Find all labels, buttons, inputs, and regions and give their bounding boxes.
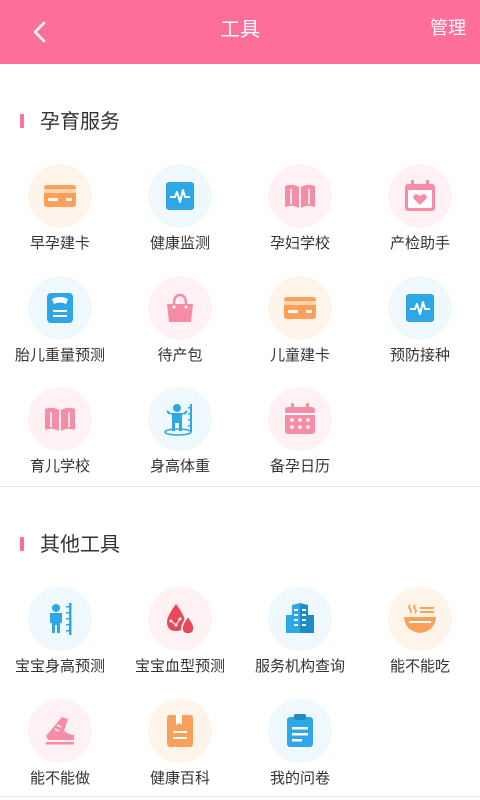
tool-label: 孕妇学校 (269, 234, 330, 252)
tool-icon-circle (28, 387, 92, 451)
tool-vaccination[interactable]: 预防接种 (360, 276, 480, 376)
tool-prenatal-assistant[interactable]: 产检助手 (360, 164, 480, 264)
tool-label: 服务机构查询 (254, 657, 345, 675)
tool-hospital-bag[interactable]: 待产包 (120, 276, 240, 376)
height-ruler-icon (50, 603, 72, 635)
tool-maternity-school[interactable]: 孕妇学校 (240, 164, 360, 264)
heartbeat-monitor-icon (166, 182, 194, 210)
tool-preconception-calendar[interactable]: 备孕日历 (240, 387, 360, 487)
tool-parenting-school[interactable]: 育儿学校 (0, 387, 120, 487)
tool-fetal-weight[interactable]: 胎儿重量预测 (0, 276, 120, 376)
tool-icon-circle (28, 164, 92, 228)
section-title: 其他工具 (40, 532, 120, 556)
tool-health-encyclopedia[interactable]: 健康百科 (120, 699, 240, 799)
tool-early-pregnancy-card[interactable]: 早孕建卡 (0, 164, 120, 264)
tool-icon-circle (268, 387, 332, 451)
tool-child-card[interactable]: 儿童建卡 (240, 276, 360, 376)
tool-icon-circle (388, 276, 452, 340)
tool-label: 预防接种 (389, 346, 450, 364)
tool-label: 早孕建卡 (29, 234, 90, 252)
tool-label: 健康百科 (149, 769, 210, 787)
tool-icon-circle (28, 276, 92, 340)
open-book-icon (285, 184, 315, 208)
tool-height-weight[interactable]: 身高体重 (120, 387, 240, 487)
heartbeat-monitor-icon (406, 294, 434, 322)
child-height-icon (164, 404, 192, 436)
section-accent-bar (20, 537, 24, 551)
building-icon (286, 603, 314, 633)
tool-label: 宝宝身高预测 (14, 657, 105, 675)
section-divider (0, 486, 480, 487)
tool-icon-circle (268, 164, 332, 228)
section-header-other-tools: 其他工具 (0, 532, 480, 556)
tool-health-monitor[interactable]: 健康监测 (120, 164, 240, 264)
tool-icon-circle (148, 276, 212, 340)
tool-icon-circle (148, 164, 212, 228)
card-icon (284, 297, 316, 319)
tool-label: 胎儿重量预测 (14, 346, 105, 364)
shoe-icon (46, 717, 74, 745)
tool-label: 健康监测 (149, 234, 210, 252)
tool-icon-circle (388, 164, 452, 228)
section-accent-bar (20, 114, 24, 128)
tool-label: 待产包 (157, 346, 203, 364)
page-title: 工具 (220, 17, 260, 41)
tool-icon-circle (148, 699, 212, 763)
tool-icon-circle (268, 699, 332, 763)
document-icon (167, 715, 193, 747)
noodle-bowl-icon (404, 604, 436, 633)
tool-icon-circle (268, 276, 332, 340)
calendar-heart-icon (405, 180, 435, 211)
tool-label: 备孕日历 (269, 457, 330, 475)
section-divider (0, 796, 480, 797)
tool-label: 能不能做 (29, 769, 90, 787)
manage-button[interactable]: 管理 (430, 0, 466, 64)
tool-icon-circle (148, 587, 212, 651)
tool-icon-circle (388, 587, 452, 651)
section-title: 孕育服务 (40, 109, 120, 133)
tool-baby-height-prediction[interactable]: 宝宝身高预测 (0, 587, 120, 687)
tool-can-i-eat[interactable]: 能不能吃 (360, 587, 480, 687)
tool-blood-type-prediction[interactable]: 宝宝血型预测 (120, 587, 240, 687)
handbag-icon (167, 293, 193, 322)
tool-label: 能不能吃 (389, 657, 450, 675)
tool-label: 身高体重 (149, 457, 210, 475)
tool-label: 儿童建卡 (269, 346, 330, 364)
blood-drop-icon (167, 604, 195, 635)
tool-icon-circle (148, 387, 212, 451)
tool-icon-circle (28, 699, 92, 763)
tool-icon-circle (268, 587, 332, 651)
calendar-icon (285, 403, 315, 434)
card-icon (44, 185, 76, 207)
open-book-icon (45, 407, 75, 431)
tool-label: 产检助手 (389, 234, 450, 252)
tool-my-questionnaire[interactable]: 我的问卷 (240, 699, 360, 799)
tool-service-institution-search[interactable]: 服务机构查询 (240, 587, 360, 687)
tool-icon-circle (28, 587, 92, 651)
top-bar: 工具 管理 (0, 0, 480, 64)
tool-label: 宝宝血型预测 (134, 657, 225, 675)
section-header-pregnancy: 孕育服务 (0, 109, 480, 133)
clipboard-icon (287, 714, 313, 747)
scale-icon (47, 293, 73, 323)
tool-label: 我的问卷 (269, 769, 330, 787)
tool-label: 育儿学校 (29, 457, 90, 475)
tool-can-i-do[interactable]: 能不能做 (0, 699, 120, 799)
